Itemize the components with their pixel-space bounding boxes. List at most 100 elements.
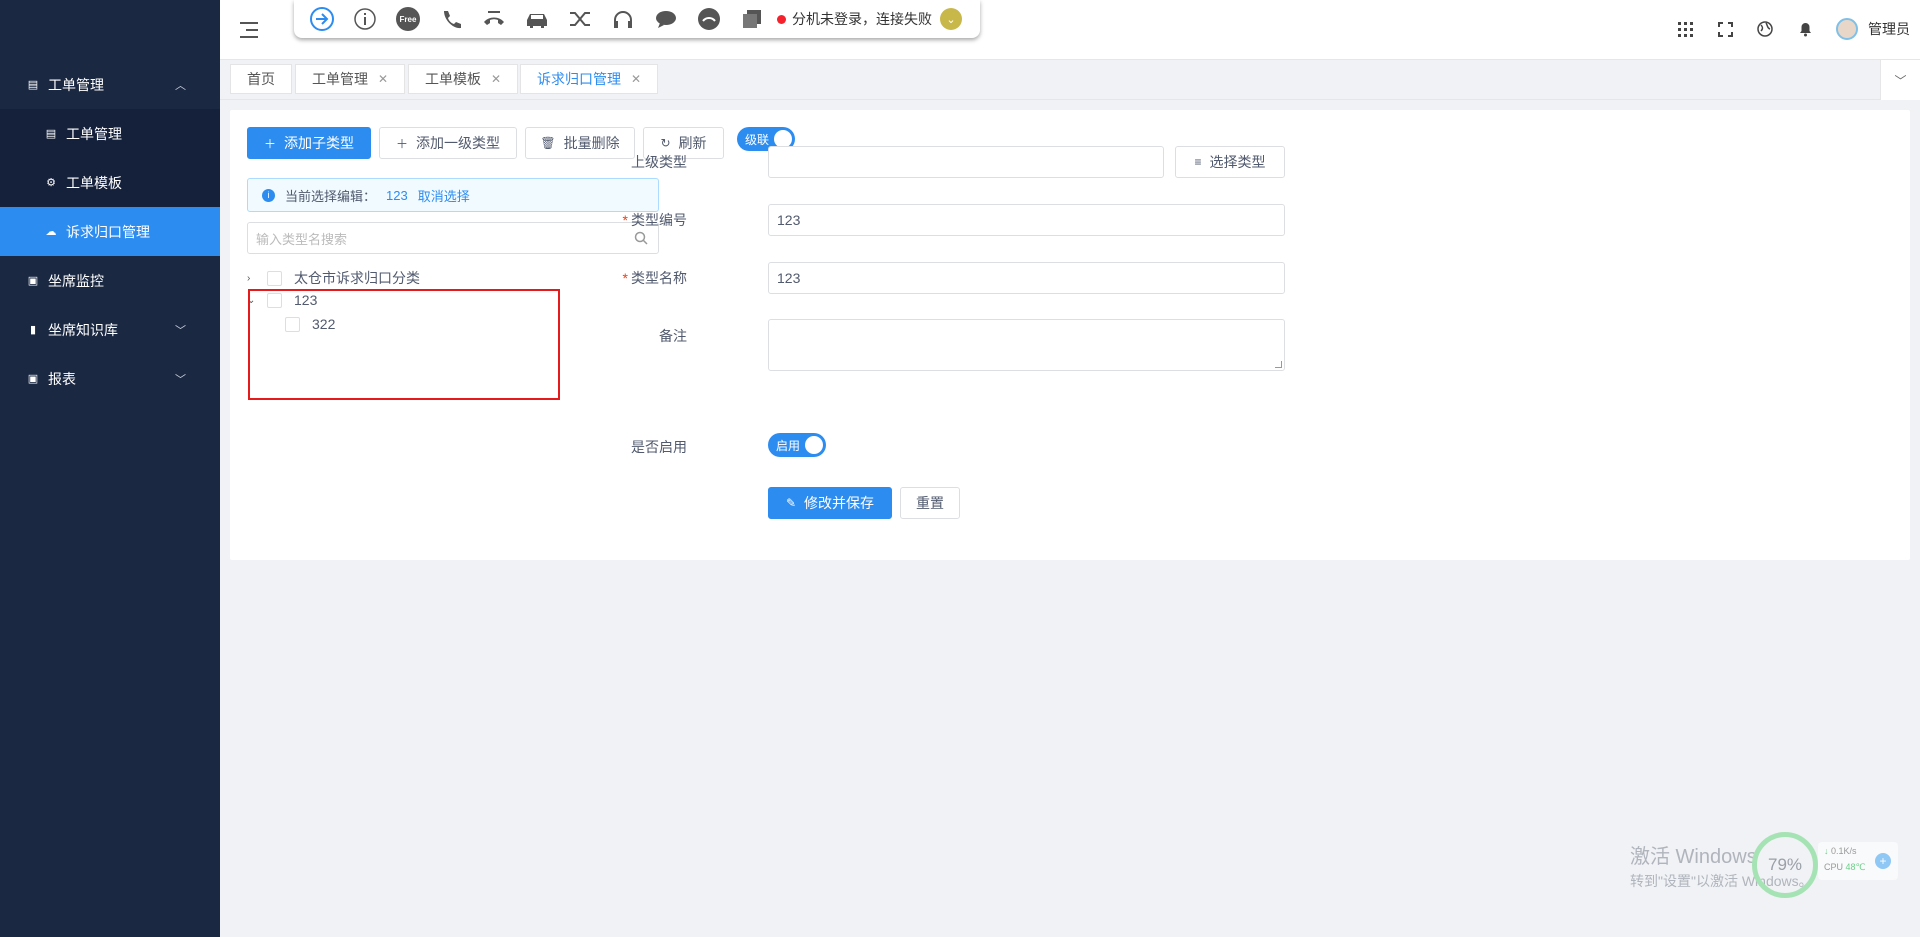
- transfer-icon[interactable]: [566, 5, 594, 33]
- cpu-label: CPU: [1824, 862, 1844, 872]
- search-icon[interactable]: [634, 231, 648, 245]
- label-text: 备注: [659, 328, 687, 344]
- trash-icon: 🗑: [540, 136, 556, 150]
- add-top-type-button[interactable]: ＋ 添加一级类型: [379, 127, 517, 159]
- search-placeholder: 输入类型名搜索: [256, 231, 348, 247]
- chevron-up-icon: ︿: [175, 79, 186, 92]
- hold-icon[interactable]: [695, 5, 723, 33]
- sidebar-item-reports[interactable]: ▣ 报表 ﹀: [0, 354, 220, 403]
- username[interactable]: 管理员: [1868, 19, 1910, 39]
- phone-icon[interactable]: [437, 5, 465, 33]
- enabled-switch[interactable]: 启用: [768, 433, 826, 457]
- globe-icon[interactable]: [1756, 20, 1774, 38]
- tab-ticket-template[interactable]: 工单模板 ✕: [408, 64, 519, 94]
- refresh-icon: ↻: [660, 136, 671, 150]
- header: Free 分机未登录，连接失败 ⌄ 管理员: [220, 0, 1920, 60]
- close-icon[interactable]: ✕: [378, 72, 388, 86]
- phone-status: 分机未登录，连接失败 ⌄: [777, 8, 962, 30]
- input-value: 123: [777, 212, 801, 228]
- headset-icon[interactable]: [609, 5, 637, 33]
- search-input[interactable]: 输入类型名搜索: [247, 222, 659, 254]
- remark-textarea[interactable]: [768, 319, 1285, 371]
- info-icon[interactable]: [351, 5, 379, 33]
- sidebar-item-appeal-category[interactable]: ☁ 诉求归口管理: [0, 207, 220, 256]
- sidebar-item-label: 工单管理: [48, 76, 104, 93]
- enabled-label: 是否启用: [607, 437, 687, 457]
- tabs-bar: 首页 工单管理 ✕ 工单模板 ✕ 诉求归口管理 ✕ ﹀: [220, 60, 1920, 100]
- chevron-down-icon: ﹀: [175, 373, 186, 386]
- menu-toggle-icon[interactable]: [240, 20, 262, 40]
- free-icon[interactable]: Free: [394, 5, 422, 33]
- bell-icon[interactable]: [1796, 20, 1814, 38]
- type-code-label: * 类型编号: [607, 210, 687, 230]
- resize-handle-icon[interactable]: [1275, 361, 1282, 368]
- copy-icon[interactable]: [738, 5, 766, 33]
- tab-label: 诉求归口管理: [537, 71, 621, 87]
- tab-label: 首页: [247, 71, 275, 87]
- sidebar-item-knowledge-base[interactable]: ▮ 坐席知识库 ﹀: [0, 305, 220, 354]
- button-label: 重置: [916, 495, 944, 511]
- sidebar-item-ticket-list[interactable]: ▤ 工单管理: [0, 109, 220, 158]
- document-icon: ▤: [45, 128, 57, 140]
- chevron-right-icon[interactable]: ›: [247, 273, 259, 284]
- cpu-temp: 48℃: [1845, 862, 1866, 872]
- switch-knob: [805, 436, 823, 454]
- plus-icon: ＋: [395, 136, 408, 151]
- main-panel: ＋ 添加子类型 ＋ 添加一级类型 🗑 批量删除 ↻ 刷新 级联 i 当前选择编辑…: [230, 110, 1910, 560]
- sign-in-icon[interactable]: [308, 5, 336, 33]
- button-label: 添加一级类型: [416, 135, 500, 151]
- sidebar-item-seat-monitor[interactable]: ▣ 坐席监控: [0, 256, 220, 305]
- car-icon[interactable]: [523, 5, 551, 33]
- button-label: 批量删除: [563, 135, 620, 151]
- chat-icon[interactable]: [652, 5, 680, 33]
- avatar[interactable]: [1836, 18, 1858, 40]
- sidebar-item-ticket-management[interactable]: ▤ 工单管理 ︿: [0, 60, 220, 109]
- required-mark: *: [622, 270, 628, 286]
- close-icon[interactable]: ✕: [631, 72, 641, 86]
- sidebar-item-label: 报表: [48, 370, 76, 387]
- save-button[interactable]: ✎ 修改并保存: [768, 487, 892, 519]
- fullscreen-icon[interactable]: [1716, 20, 1734, 38]
- label-text: 类型编号: [631, 212, 687, 228]
- list-icon: ≡: [1194, 155, 1202, 169]
- hangup-icon[interactable]: [480, 5, 508, 33]
- gear-icon: ⚙: [46, 177, 56, 189]
- sidebar-item-ticket-template[interactable]: ⚙ 工单模板: [0, 158, 220, 207]
- parent-type-label: 上级类型: [607, 152, 687, 172]
- apps-grid-icon[interactable]: [1676, 20, 1694, 38]
- free-label: Free: [396, 7, 420, 31]
- type-code-input[interactable]: 123: [768, 204, 1285, 236]
- plus-icon[interactable]: +: [1875, 853, 1891, 869]
- sidebar-item-label: 诉求归口管理: [66, 223, 150, 240]
- reset-button[interactable]: 重置: [900, 487, 960, 519]
- tree-node-label[interactable]: 太仓市诉求归口分类: [294, 268, 420, 288]
- tab-appeal-category[interactable]: 诉求归口管理 ✕: [520, 64, 659, 94]
- header-actions: 管理员: [1676, 18, 1910, 40]
- tree-checkbox[interactable]: [267, 270, 282, 286]
- tree-node[interactable]: › 太仓市诉求归口分类: [247, 268, 420, 288]
- tab-label: 工单模板: [425, 71, 481, 87]
- chevron-down-icon[interactable]: ⌄: [940, 8, 962, 30]
- parent-type-input[interactable]: [768, 146, 1164, 178]
- cpu-meter[interactable]: 79%: [1752, 832, 1818, 898]
- tab-ticket-management[interactable]: 工单管理 ✕: [295, 64, 406, 94]
- tab-home[interactable]: 首页: [230, 64, 292, 94]
- net-speed: 0.1K/s: [1831, 846, 1857, 856]
- type-name-input[interactable]: 123: [768, 262, 1285, 294]
- tabs-more-button[interactable]: ﹀: [1880, 60, 1920, 100]
- cancel-selection-link[interactable]: 取消选择: [418, 186, 470, 205]
- label-text: 类型名称: [631, 270, 687, 286]
- remark-label: 备注: [607, 326, 687, 346]
- type-name-label: * 类型名称: [607, 268, 687, 288]
- add-child-type-button[interactable]: ＋ 添加子类型: [247, 127, 371, 159]
- switch-label: 启用: [776, 438, 801, 453]
- sidebar-item-label: 工单模板: [66, 174, 122, 191]
- select-type-button[interactable]: ≡ 选择类型: [1175, 146, 1285, 178]
- button-label: 修改并保存: [804, 495, 875, 511]
- close-icon[interactable]: ✕: [491, 72, 501, 86]
- sidebar: ▤ 工单管理 ︿ ▤ 工单管理 ⚙ 工单模板 ☁ 诉求归口管理 ▣ 坐席监控 ▮…: [0, 0, 220, 937]
- download-arrow-icon: ↓: [1824, 846, 1829, 856]
- cloud-icon: ☁: [45, 226, 57, 238]
- chart-icon: ▣: [27, 373, 39, 385]
- meter-percent: 79%: [1767, 855, 1803, 874]
